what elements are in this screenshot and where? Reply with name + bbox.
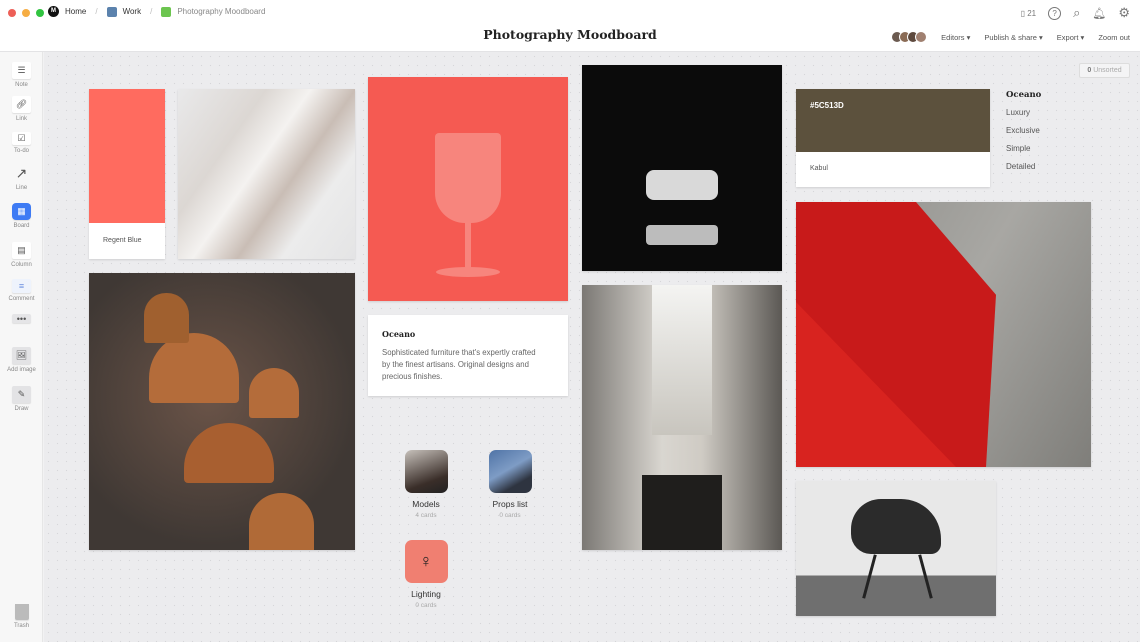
tag-item: Simple bbox=[1006, 144, 1031, 153]
image-white-architecture[interactable] bbox=[178, 89, 355, 259]
tool-more[interactable]: ••• bbox=[0, 314, 43, 326]
board-name: Lighting bbox=[411, 589, 441, 599]
board-props-list[interactable]: Props list 0 cards bbox=[480, 450, 540, 519]
device-count: 21 bbox=[1027, 8, 1037, 18]
help-icon[interactable]: ? bbox=[1048, 6, 1062, 20]
mobile-icon[interactable]: ▯ 21 bbox=[1021, 9, 1037, 18]
tool-line[interactable]: ↗ Line bbox=[0, 165, 43, 191]
tool-draw[interactable]: ✎ Draw bbox=[0, 386, 43, 412]
trash-icon bbox=[14, 604, 29, 620]
tool-todo[interactable]: ☑ To-do bbox=[0, 132, 43, 154]
board-count: 0 cards bbox=[499, 512, 521, 519]
zoom-out-button[interactable]: Zoom out bbox=[1098, 33, 1130, 42]
image-white-chair[interactable] bbox=[582, 65, 782, 271]
moodboard-board-icon bbox=[161, 6, 172, 17]
breadcrumb-work[interactable]: Work bbox=[123, 7, 142, 16]
editors-menu[interactable]: Editors ▾ bbox=[941, 33, 970, 42]
unsorted-button[interactable]: 0 Unsorted bbox=[1079, 63, 1130, 78]
board-name: Props list bbox=[492, 499, 528, 509]
swatch-name: Regent Blue bbox=[103, 237, 142, 244]
tag-item: Luxury bbox=[1006, 108, 1031, 117]
editor-avatars[interactable] bbox=[891, 31, 928, 43]
swatch-color bbox=[89, 89, 165, 223]
milanote-logo-icon: M bbox=[48, 6, 59, 17]
board-name: Models bbox=[412, 499, 440, 509]
board-count: 4 cards bbox=[415, 512, 437, 519]
models-thumbnail bbox=[404, 450, 448, 493]
close-window-button[interactable] bbox=[8, 9, 16, 17]
swatch-name: Kabul bbox=[810, 165, 828, 172]
color-swatch-card[interactable]: Regent Blue bbox=[89, 89, 165, 259]
top-bar: M Home / Work / Photography Moodboard Ph… bbox=[0, 0, 1140, 52]
board-icon: ▦ bbox=[12, 203, 31, 220]
tag-list: Oceano Luxury Exclusive Simple Detailed bbox=[1006, 90, 1041, 180]
breadcrumb: M Home / Work / Photography Moodboard bbox=[48, 6, 265, 17]
image-red-wine-glass[interactable] bbox=[368, 77, 568, 301]
trash[interactable]: Trash bbox=[0, 604, 43, 629]
board-models[interactable]: Models 4 cards bbox=[396, 450, 456, 519]
image-black-chair[interactable] bbox=[796, 481, 996, 616]
tool-sidebar: ☰ Note 🔗︎ Link ☑ To-do ↗ Line ▦ Board ▤ Column… bbox=[0, 52, 43, 642]
tool-board[interactable]: ▦ Board bbox=[0, 203, 43, 229]
image-red-chair[interactable] bbox=[796, 202, 1091, 467]
publish-share-menu[interactable]: Publish & share ▾ bbox=[984, 33, 1042, 42]
gear-icon[interactable]: ⚙ bbox=[1118, 5, 1130, 21]
todo-icon: ☑ bbox=[12, 132, 31, 145]
tool-add-image[interactable]: 🖼︎ Add image bbox=[0, 347, 43, 373]
note-title: Oceano bbox=[382, 329, 416, 339]
image-concrete-corridor[interactable] bbox=[582, 285, 782, 550]
export-menu[interactable]: Export ▾ bbox=[1057, 33, 1085, 42]
add-image-icon: 🖼︎ bbox=[12, 347, 31, 364]
more-icon: ••• bbox=[12, 314, 31, 324]
bell-icon[interactable]: 🔔︎ bbox=[1092, 7, 1106, 20]
maximize-window-button[interactable] bbox=[36, 9, 44, 17]
note-card[interactable]: Oceano Sophisticated furniture that's ex… bbox=[368, 315, 568, 396]
line-icon: ↗ bbox=[15, 165, 28, 181]
props-thumbnail bbox=[488, 450, 532, 493]
note-icon: ☰ bbox=[12, 62, 31, 79]
comment-icon: ≡ bbox=[12, 279, 31, 293]
breadcrumb-home[interactable]: Home bbox=[65, 7, 86, 16]
note-body: Sophisticated furniture that's expertly … bbox=[382, 348, 536, 381]
tool-link[interactable]: 🔗︎ Link bbox=[0, 96, 43, 122]
search-icon[interactable]: ⌕ bbox=[1073, 5, 1080, 21]
swatch-hex: #5C513D bbox=[796, 89, 990, 152]
tag-item: Exclusive bbox=[1006, 126, 1040, 135]
color-swatch-card[interactable]: #5C513D Kabul bbox=[796, 89, 990, 187]
board-lighting[interactable]: ♀ Lighting 0 cards bbox=[396, 540, 456, 609]
tool-column[interactable]: ▤ Column bbox=[0, 242, 43, 268]
tag-item: Detailed bbox=[1006, 162, 1036, 171]
minimize-window-button[interactable] bbox=[22, 9, 30, 17]
lightbulb-icon: ♀ bbox=[404, 540, 448, 583]
column-icon: ▤ bbox=[12, 242, 31, 259]
link-icon: 🔗︎ bbox=[12, 96, 31, 113]
work-board-icon bbox=[106, 6, 117, 17]
tag-list-title: Oceano bbox=[1006, 90, 1042, 100]
board-count: 0 cards bbox=[415, 602, 437, 609]
tool-comment[interactable]: ≡ Comment bbox=[0, 279, 43, 302]
draw-icon: ✎ bbox=[12, 386, 31, 403]
image-copper-lamps[interactable] bbox=[89, 273, 355, 550]
breadcrumb-current: Photography Moodboard bbox=[177, 7, 266, 16]
tool-note[interactable]: ☰ Note bbox=[0, 62, 43, 88]
window-controls bbox=[8, 9, 44, 17]
avatar bbox=[915, 31, 928, 43]
